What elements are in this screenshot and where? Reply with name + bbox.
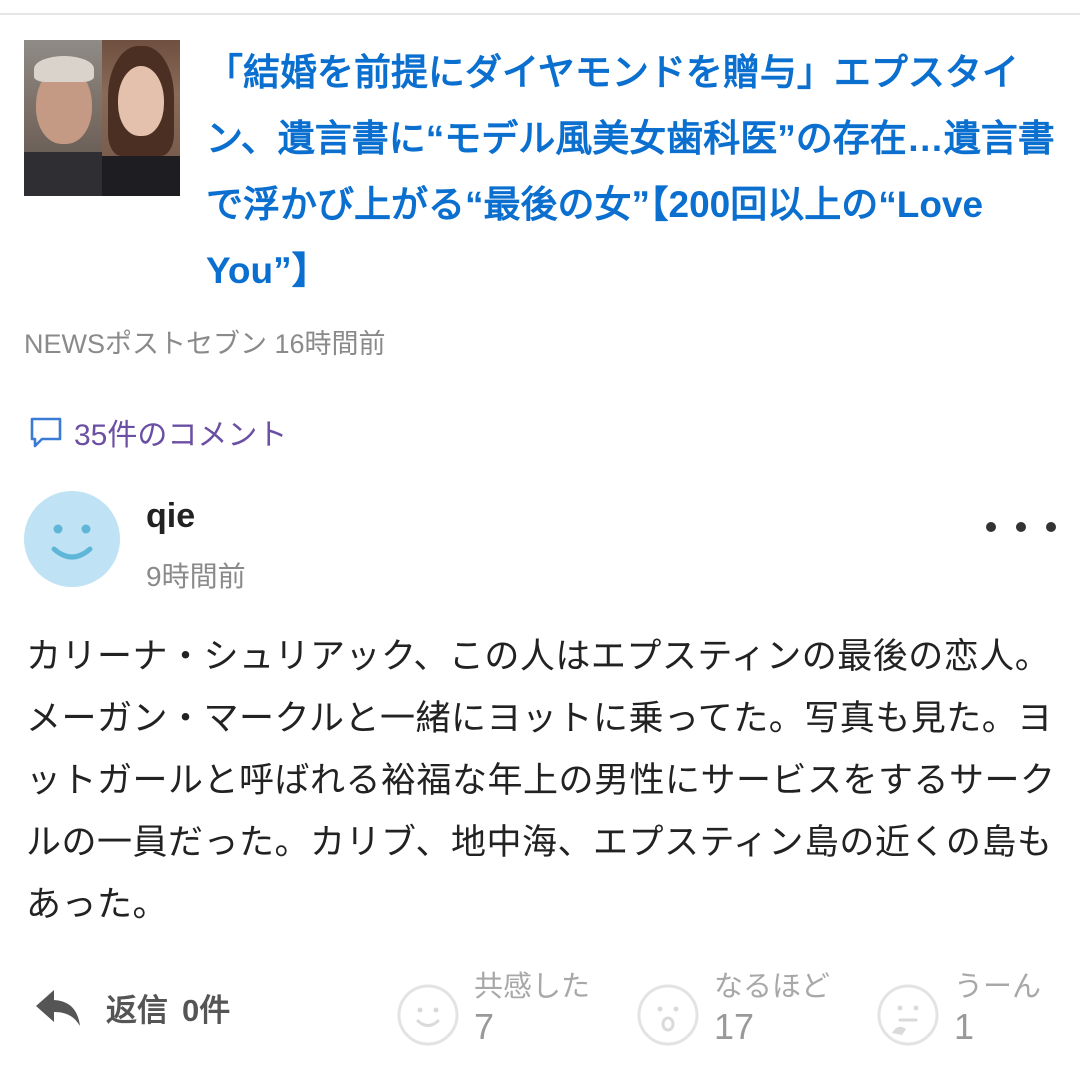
reaction-count: 7 <box>474 1006 495 1047</box>
reaction-hmm-button[interactable]: うーん 1 <box>876 968 1041 1050</box>
comment-body: カリーナ・シュリアック、この人はエプスティンの最後の恋人。メーガン・マークルと一… <box>26 637 1056 925</box>
reply-count: 0件 <box>182 992 231 1028</box>
user-avatar[interactable] <box>24 491 120 587</box>
reply-arrow-icon <box>36 990 80 1026</box>
thinking-face-icon <box>877 984 939 1046</box>
comment-bubble-icon <box>30 417 62 448</box>
article-time: 16時間前 <box>274 329 386 359</box>
top-divider <box>0 13 1080 15</box>
reaction-label: 共感した <box>474 969 591 1003</box>
comments-count-link[interactable]: 35件のコメント <box>28 410 287 454</box>
more-dots-icon[interactable] <box>986 512 1056 542</box>
reaction-label: なるほど <box>714 969 831 1003</box>
reaction-count: 1 <box>954 1006 975 1047</box>
comment-username[interactable]: qie <box>146 497 195 536</box>
reply-button[interactable]: 返信 0件 <box>32 984 230 1030</box>
thumbnail-portrait-left <box>24 40 102 196</box>
article-thumbnail[interactable] <box>24 40 180 196</box>
smile-face-icon <box>397 984 459 1046</box>
surprised-face-icon <box>637 984 699 1046</box>
smiley-avatar-icon <box>51 524 93 560</box>
thumbnail-portrait-right <box>102 40 180 196</box>
article-source: NEWSポストセブン <box>24 329 267 359</box>
comments-count-label: 35件のコメント <box>74 419 288 452</box>
article-title-link[interactable]: 「結婚を前提にダイヤモンドを贈与」エプスタイン、遺言書に“モデル風美女歯科医”の… <box>206 40 1064 304</box>
reply-label: 返信 <box>106 992 168 1028</box>
reaction-count: 17 <box>714 1006 755 1047</box>
comment-time: 9時間前 <box>146 561 246 592</box>
article-meta: NEWSポストセブン 16時間前 <box>24 322 386 361</box>
reaction-agree-button[interactable]: なるほど 17 <box>636 968 830 1050</box>
reaction-label: うーん <box>954 969 1042 1003</box>
reaction-empathize-button[interactable]: 共感した 7 <box>396 968 590 1050</box>
